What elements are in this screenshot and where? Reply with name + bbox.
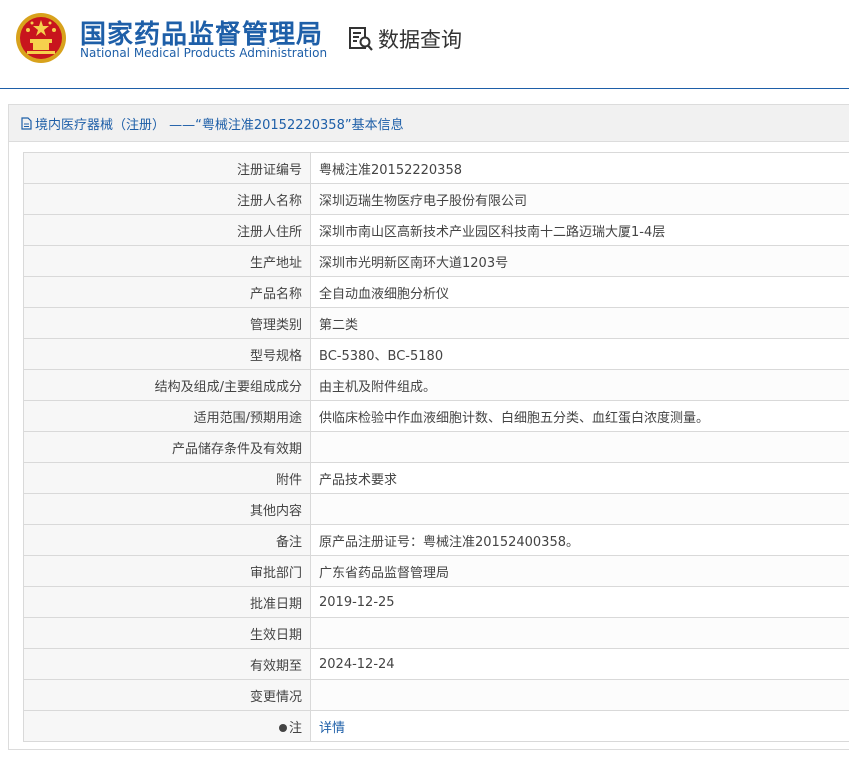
field-value: 由主机及附件组成。 <box>310 369 849 401</box>
field-value: 粤械注准20152220358 <box>310 152 849 184</box>
field-value: 深圳迈瑞生物医疗电子股份有限公司 <box>310 183 849 215</box>
field-label: 变更情况 <box>23 679 311 711</box>
table-row: 生效日期 <box>23 617 849 649</box>
table-row: 有效期至 2024-12-24 <box>23 648 849 680</box>
note-value-cell: 详情 <box>310 710 849 742</box>
panel-title: 境内医疗器械（注册） ——“粤械注准20152220358”基本信息 <box>35 117 404 133</box>
table-row: 备注 原产品注册证号：粤械注准20152400358。 <box>23 524 849 556</box>
table-row: 注册证编号 粤械注准20152220358 <box>23 152 849 184</box>
device-info-table: 注册证编号 粤械注准20152220358 注册人名称 深圳迈瑞生物医疗电子股份有限… <box>23 152 849 742</box>
national-emblem-icon <box>16 13 66 63</box>
field-value: 供临床检验中作血液细胞计数、白细胞五分类、血红蛋白浓度测量。 <box>310 400 849 432</box>
field-value <box>310 617 849 649</box>
table-row: 注册人名称 深圳迈瑞生物医疗电子股份有限公司 <box>23 183 849 215</box>
field-value: 2019-12-25 <box>310 586 849 618</box>
panel-header: 境内医疗器械（注册） ——“粤械注准20152220358”基本信息 <box>9 105 849 142</box>
field-value: 深圳市南山区高新技术产业园区科技南十二路迈瑞大厦1-4层 <box>310 214 849 246</box>
details-link[interactable]: 详情 <box>319 721 345 736</box>
field-label: 注册人住所 <box>23 214 311 246</box>
site-header: 国家药品监督管理局 National Medical Products Admi… <box>0 0 849 89</box>
table-row: 变更情况 <box>23 679 849 711</box>
table-row: 注册人住所 深圳市南山区高新技术产业园区科技南十二路迈瑞大厦1-4层 <box>23 214 849 246</box>
field-label: 备注 <box>23 524 311 556</box>
field-label: 有效期至 <box>23 648 311 680</box>
field-label: 批准日期 <box>23 586 311 618</box>
field-value: 第二类 <box>310 307 849 339</box>
table-row: 批准日期 2019-12-25 <box>23 586 849 618</box>
note-label: 注 <box>288 720 302 736</box>
field-label: 型号规格 <box>23 338 311 370</box>
table-row: 产品储存条件及有效期 <box>23 431 849 463</box>
field-label: 生效日期 <box>23 617 311 649</box>
field-label: 生产地址 <box>23 245 311 277</box>
field-value <box>310 431 849 463</box>
field-value: 全自动血液细胞分析仪 <box>310 276 849 308</box>
field-value <box>310 493 849 525</box>
document-icon <box>21 116 32 130</box>
table-row: 型号规格 BC-5380、BC-5180 <box>23 338 849 370</box>
field-value: BC-5380、BC-5180 <box>310 338 849 370</box>
field-value <box>310 679 849 711</box>
field-label: 产品名称 <box>23 276 311 308</box>
table-row: 附件 产品技术要求 <box>23 462 849 494</box>
field-value: 深圳市光明新区南环大道1203号 <box>310 245 849 277</box>
field-label: 产品储存条件及有效期 <box>23 431 311 463</box>
table-row: 其他内容 <box>23 493 849 525</box>
field-label: 管理类别 <box>23 307 311 339</box>
table-row: 结构及组成/主要组成成分 由主机及附件组成。 <box>23 369 849 401</box>
note-label-cell: 注 <box>23 710 311 742</box>
table-row: 管理类别 第二类 <box>23 307 849 339</box>
field-label: 结构及组成/主要组成成分 <box>23 369 311 401</box>
table-row-note: 注 详情 <box>23 710 849 742</box>
field-label: 注册人名称 <box>23 183 311 215</box>
bullet-icon <box>278 724 287 732</box>
field-label: 适用范围/预期用途 <box>23 400 311 432</box>
table-row: 适用范围/预期用途 供临床检验中作血液细胞计数、白细胞五分类、血红蛋白浓度测量。 <box>23 400 849 432</box>
field-label: 其他内容 <box>23 493 311 525</box>
field-value: 广东省药品监督管理局 <box>310 555 849 587</box>
table-row: 审批部门 广东省药品监督管理局 <box>23 555 849 587</box>
org-name-en: National Medical Products Administration <box>80 46 328 60</box>
field-value: 原产品注册证号：粤械注准20152400358。 <box>310 524 849 556</box>
table-row: 产品名称 全自动血液细胞分析仪 <box>23 276 849 308</box>
field-value: 产品技术要求 <box>310 462 849 494</box>
field-label: 附件 <box>23 462 311 494</box>
field-value: 2024-12-24 <box>310 648 849 680</box>
detail-panel: 境内医疗器械（注册） ——“粤械注准20152220358”基本信息 注册证编号… <box>8 104 849 750</box>
table-row: 生产地址 深圳市光明新区南环大道1203号 <box>23 245 849 277</box>
data-query-title: 数据查询 <box>378 28 462 52</box>
data-query-icon <box>349 27 373 51</box>
field-label: 注册证编号 <box>23 152 311 184</box>
field-label: 审批部门 <box>23 555 311 587</box>
